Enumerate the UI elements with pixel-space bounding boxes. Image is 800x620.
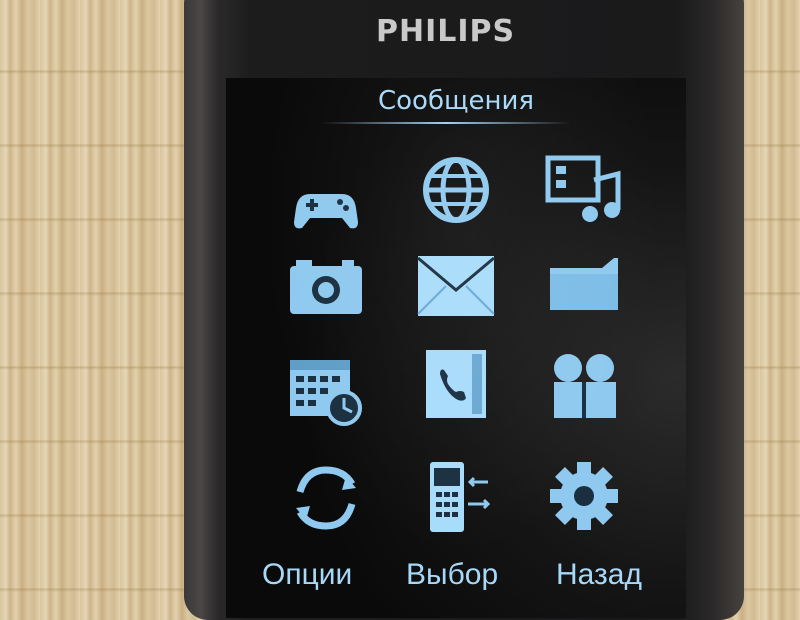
games-icon[interactable]: [286, 166, 366, 246]
select-softkey[interactable]: Выбор: [406, 558, 498, 592]
menu-title: Сообщения: [377, 86, 535, 116]
title-divider: [321, 122, 571, 124]
browser-icon[interactable]: [416, 150, 496, 230]
messages-icon[interactable]: [416, 246, 496, 326]
connectivity-icon[interactable]: [416, 458, 496, 538]
organizer-icon[interactable]: [286, 350, 366, 430]
multimedia-icon[interactable]: [544, 150, 624, 230]
settings-icon[interactable]: [544, 456, 624, 536]
folder-icon[interactable]: [544, 246, 624, 326]
camera-icon[interactable]: [286, 246, 366, 326]
contacts-icon[interactable]: [544, 346, 624, 426]
phone-screen: Сообщения: [226, 78, 686, 618]
softkey-bar: Опции Выбор Назад: [226, 556, 686, 600]
brand-logo: PHILIPS: [376, 14, 516, 49]
sync-icon[interactable]: [286, 458, 366, 538]
call-log-icon[interactable]: [416, 344, 496, 424]
back-softkey[interactable]: Назад: [556, 558, 642, 592]
options-softkey[interactable]: Опции: [262, 558, 352, 592]
